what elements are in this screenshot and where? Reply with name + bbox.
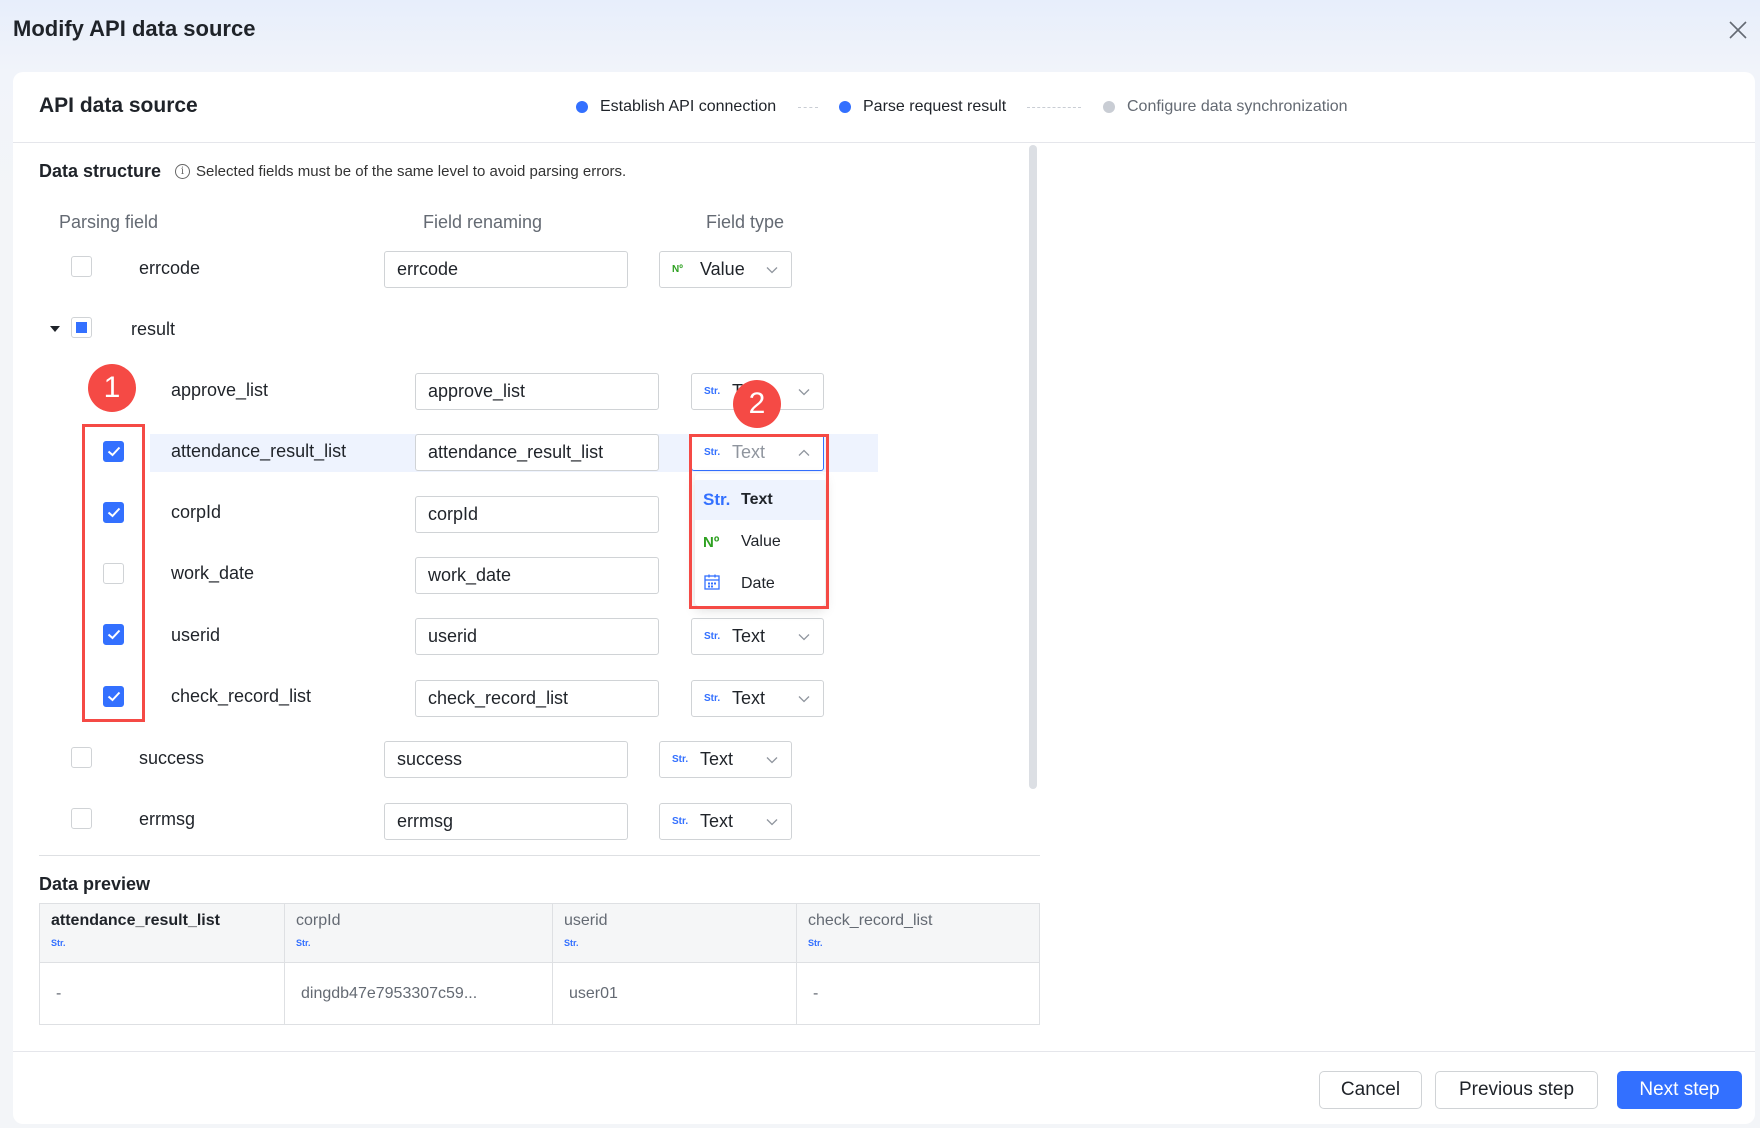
- chevron-down-icon: [798, 388, 810, 395]
- step-establish-connection: Establish API connection: [576, 98, 776, 116]
- cancel-button[interactable]: Cancel: [1319, 1071, 1422, 1109]
- table-header-cell: corpId Str.: [285, 904, 553, 962]
- text-type-icon: Str.: [704, 631, 721, 642]
- type-select-check-record-list[interactable]: Str. Text: [691, 680, 824, 717]
- col-header-parsing: Parsing field: [59, 212, 159, 232]
- rename-input-corpid[interactable]: corpId: [415, 496, 659, 533]
- data-structure-title: Data structure: [39, 161, 162, 181]
- annotation-badge-1: 1: [88, 364, 136, 412]
- table-header-cell: attendance_result_list Str.: [40, 904, 285, 962]
- text-type-icon: Str.: [564, 938, 579, 948]
- close-icon[interactable]: [1726, 18, 1750, 42]
- step-label: Parse request result: [863, 98, 1007, 115]
- chevron-down-icon: [798, 695, 810, 702]
- text-type-icon: Str.: [808, 938, 823, 948]
- col-header-renaming: Field renaming: [423, 212, 543, 232]
- step-dot: [1103, 101, 1115, 113]
- checkbox-result[interactable]: [71, 317, 92, 338]
- hint-text: Selected fields must be of the same leve…: [196, 163, 627, 180]
- text-type-icon: Str.: [672, 754, 689, 765]
- field-name-attendance-result-list: attendance_result_list: [171, 441, 347, 461]
- value-icon: Nº: [672, 264, 683, 275]
- panel-title: API data source: [39, 94, 198, 117]
- field-name-success: success: [139, 748, 205, 768]
- chevron-down-icon: [766, 756, 778, 763]
- type-label: Text: [732, 688, 766, 708]
- text-type-icon: Str.: [704, 386, 721, 397]
- step-parse-result: Parse request result: [839, 98, 1006, 116]
- column-name: userid: [564, 912, 608, 929]
- annotation-box-type-dropdown: [689, 434, 829, 609]
- text-type-icon: Str.: [704, 693, 721, 704]
- type-label: Value: [700, 259, 745, 279]
- caret-down-icon[interactable]: [49, 324, 61, 334]
- preview-table: attendance_result_list Str. corpId Str. …: [39, 903, 1040, 1025]
- table-cell: -: [797, 962, 1039, 1025]
- type-select-errcode[interactable]: Nº Value: [659, 251, 792, 288]
- checkbox-errmsg[interactable]: [71, 808, 92, 829]
- annotation-badge-2: 2: [733, 380, 781, 428]
- next-step-button[interactable]: Next step: [1617, 1071, 1742, 1109]
- rename-input-success[interactable]: success: [384, 741, 628, 778]
- chevron-down-icon: [766, 266, 778, 273]
- field-name-userid: userid: [171, 625, 221, 645]
- step-dot: [839, 101, 851, 113]
- text-type-icon: Str.: [672, 816, 689, 827]
- rename-input-approve-list[interactable]: approve_list: [415, 373, 659, 410]
- col-header-type: Field type: [706, 212, 785, 232]
- scrollbar[interactable]: [1029, 145, 1037, 789]
- table-cell: dingdb47e7953307c59...: [285, 962, 553, 1025]
- field-name-check-record-list: check_record_list: [171, 686, 312, 706]
- text-type-icon: Str.: [51, 938, 66, 948]
- type-select-userid[interactable]: Str. Text: [691, 618, 824, 655]
- column-name: corpId: [296, 912, 341, 929]
- rename-input-work-date[interactable]: work_date: [415, 557, 659, 594]
- type-label: Text: [700, 749, 734, 769]
- field-name-errcode: errcode: [139, 258, 201, 278]
- rename-input-attendance-result-list[interactable]: attendance_result_list: [415, 434, 659, 471]
- data-preview-title: Data preview: [39, 874, 151, 894]
- field-name-errmsg: errmsg: [139, 809, 196, 829]
- step-configure-sync: Configure data synchronization: [1103, 98, 1348, 116]
- modal-title: Modify API data source: [13, 16, 256, 41]
- step-label: Establish API connection: [600, 98, 777, 115]
- type-label: Text: [732, 626, 766, 646]
- footer-divider: [13, 1051, 1755, 1052]
- chevron-down-icon: [798, 633, 810, 640]
- partial-check-icon: [76, 322, 87, 333]
- field-name-corpid: corpId: [171, 502, 222, 522]
- table-cell: -: [40, 962, 285, 1025]
- rename-input-userid[interactable]: userid: [415, 618, 659, 655]
- table-header-cell: check_record_list Str.: [797, 904, 1039, 962]
- field-name-result: result: [131, 319, 176, 339]
- column-name: check_record_list: [808, 912, 933, 929]
- section-divider: [39, 855, 1040, 856]
- chevron-down-icon: [766, 818, 778, 825]
- previous-step-button[interactable]: Previous step: [1435, 1071, 1598, 1109]
- type-label: Text: [700, 811, 734, 831]
- checkbox-errcode[interactable]: [71, 256, 92, 277]
- type-select-success[interactable]: Str. Text: [659, 741, 792, 778]
- step-label: Configure data synchronization: [1127, 98, 1348, 115]
- header-divider: [13, 142, 1755, 143]
- info-icon: i: [175, 164, 190, 179]
- step-connector: [1027, 107, 1081, 108]
- table-cell: user01: [553, 962, 797, 1025]
- text-type-icon: Str.: [296, 938, 311, 948]
- annotation-box-checkboxes: [82, 424, 145, 722]
- column-name: attendance_result_list: [51, 912, 220, 929]
- table-header-cell: userid Str.: [553, 904, 797, 962]
- step-dot: [576, 101, 588, 113]
- checkbox-success[interactable]: [71, 747, 92, 768]
- rename-input-errcode[interactable]: errcode: [384, 251, 628, 288]
- rename-input-check-record-list[interactable]: check_record_list: [415, 680, 659, 717]
- field-name-approve-list: approve_list: [171, 380, 269, 400]
- rename-input-errmsg[interactable]: errmsg: [384, 803, 628, 840]
- structure-hint: i Selected fields must be of the same le…: [175, 163, 626, 180]
- field-name-work-date: work_date: [171, 563, 255, 583]
- type-select-errmsg[interactable]: Str. Text: [659, 803, 792, 840]
- step-connector: [798, 107, 818, 108]
